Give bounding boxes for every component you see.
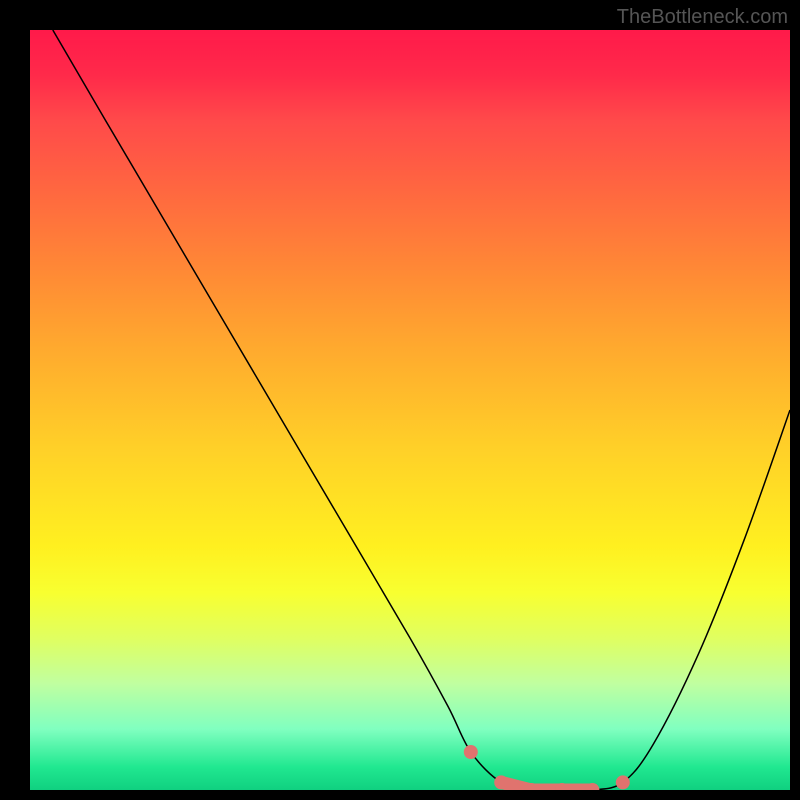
chart-svg [30,30,790,790]
chart-plot-area [30,30,790,790]
bottleneck-curve-line [53,30,790,790]
watermark-text: TheBottleneck.com [617,6,788,29]
optimal-range-markers [464,745,630,790]
